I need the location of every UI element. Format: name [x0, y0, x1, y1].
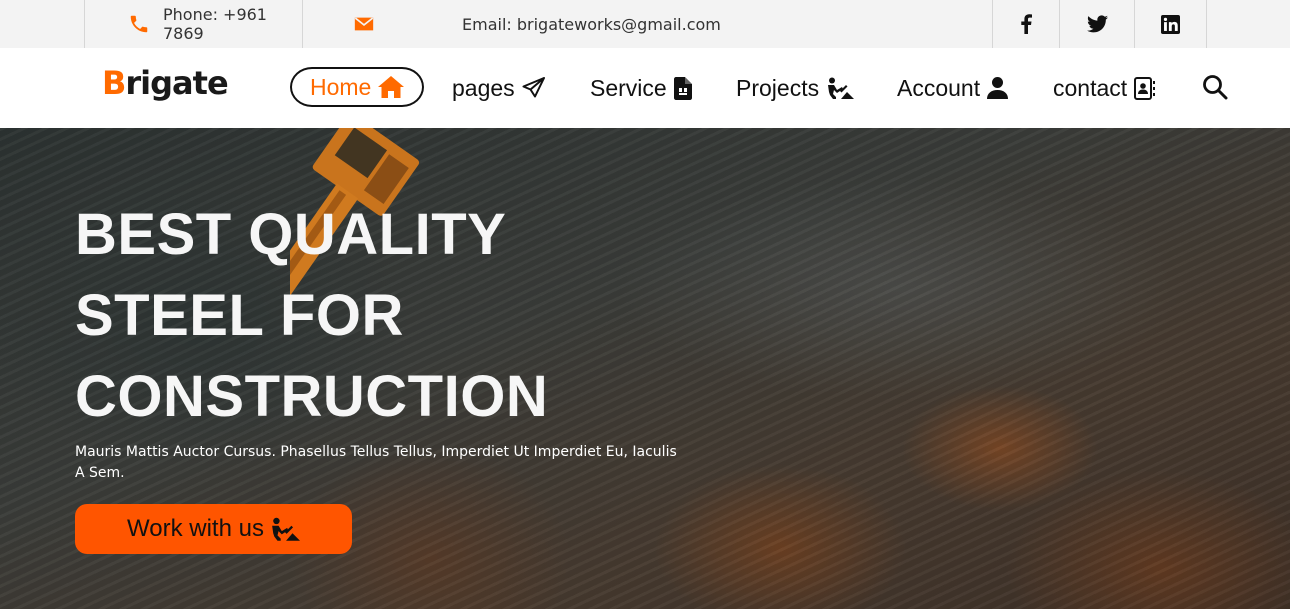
hero-title-line: STEEL FOR: [75, 283, 404, 348]
button-label: Work with us: [127, 515, 264, 542]
nav-item-label: Service: [590, 74, 667, 101]
nav-item-label: Account: [897, 74, 981, 101]
nav-item-account[interactable]: Account: [897, 48, 1009, 128]
phone-number[interactable]: Phone: +961 7869: [163, 0, 301, 48]
contact-book-icon: [1134, 76, 1156, 100]
logo-letter: B: [102, 64, 126, 102]
paper-plane-icon: [522, 77, 545, 98]
user-icon: [987, 77, 1009, 99]
top-contact-bar: Phone: +961 7869 Email: brigateworks@gma…: [0, 0, 1290, 48]
worker-icon: [828, 77, 855, 99]
twitter-link[interactable]: [1060, 0, 1134, 48]
facebook-icon: [1021, 14, 1032, 34]
phone-icon: [130, 15, 148, 33]
home-icon: [378, 76, 405, 98]
nav-item-home[interactable]: Home: [290, 67, 425, 107]
twitter-icon: [1086, 15, 1108, 33]
hero-title: BEST QUALITY STEEL FOR CONSTRUCTION: [75, 194, 695, 437]
envelope-icon: [354, 17, 374, 31]
nav-item-service[interactable]: Service: [590, 48, 692, 128]
logo-text: rigate: [125, 64, 228, 102]
email-address[interactable]: Email: brigateworks@gmail.com: [462, 0, 721, 48]
work-with-us-button[interactable]: Work with us: [75, 504, 352, 554]
nav-item-label: Projects: [736, 74, 820, 101]
divider: [1206, 0, 1207, 48]
nav-item-label: contact: [1053, 74, 1128, 101]
nav-item-label: pages: [452, 74, 515, 101]
main-navigation: Brigate Home pages Service Projects Acco…: [0, 48, 1290, 128]
search-icon[interactable]: [1202, 74, 1228, 100]
hero-title-line: CONSTRUCTION: [75, 364, 549, 429]
hero-title-line: BEST QUALITY: [75, 202, 507, 267]
nav-item-label: Home: [310, 73, 372, 100]
hero-subtitle: Mauris Mattis Auctor Cursus. Phasellus T…: [75, 444, 677, 481]
facebook-link[interactable]: [993, 0, 1059, 48]
brand-logo[interactable]: Brigate: [102, 64, 229, 102]
hero-section: BEST QUALITY STEEL FOR CONSTRUCTION Maur…: [0, 128, 1290, 609]
linkedin-icon: [1161, 14, 1180, 34]
nav-item-pages[interactable]: pages: [452, 48, 546, 128]
divider: [302, 0, 303, 48]
nav-item-contact[interactable]: contact: [1053, 48, 1156, 128]
linkedin-link[interactable]: [1135, 0, 1206, 48]
file-icon: [673, 76, 692, 100]
nav-item-projects[interactable]: Projects: [736, 48, 855, 128]
worker-icon: [272, 517, 300, 541]
divider: [84, 0, 85, 48]
